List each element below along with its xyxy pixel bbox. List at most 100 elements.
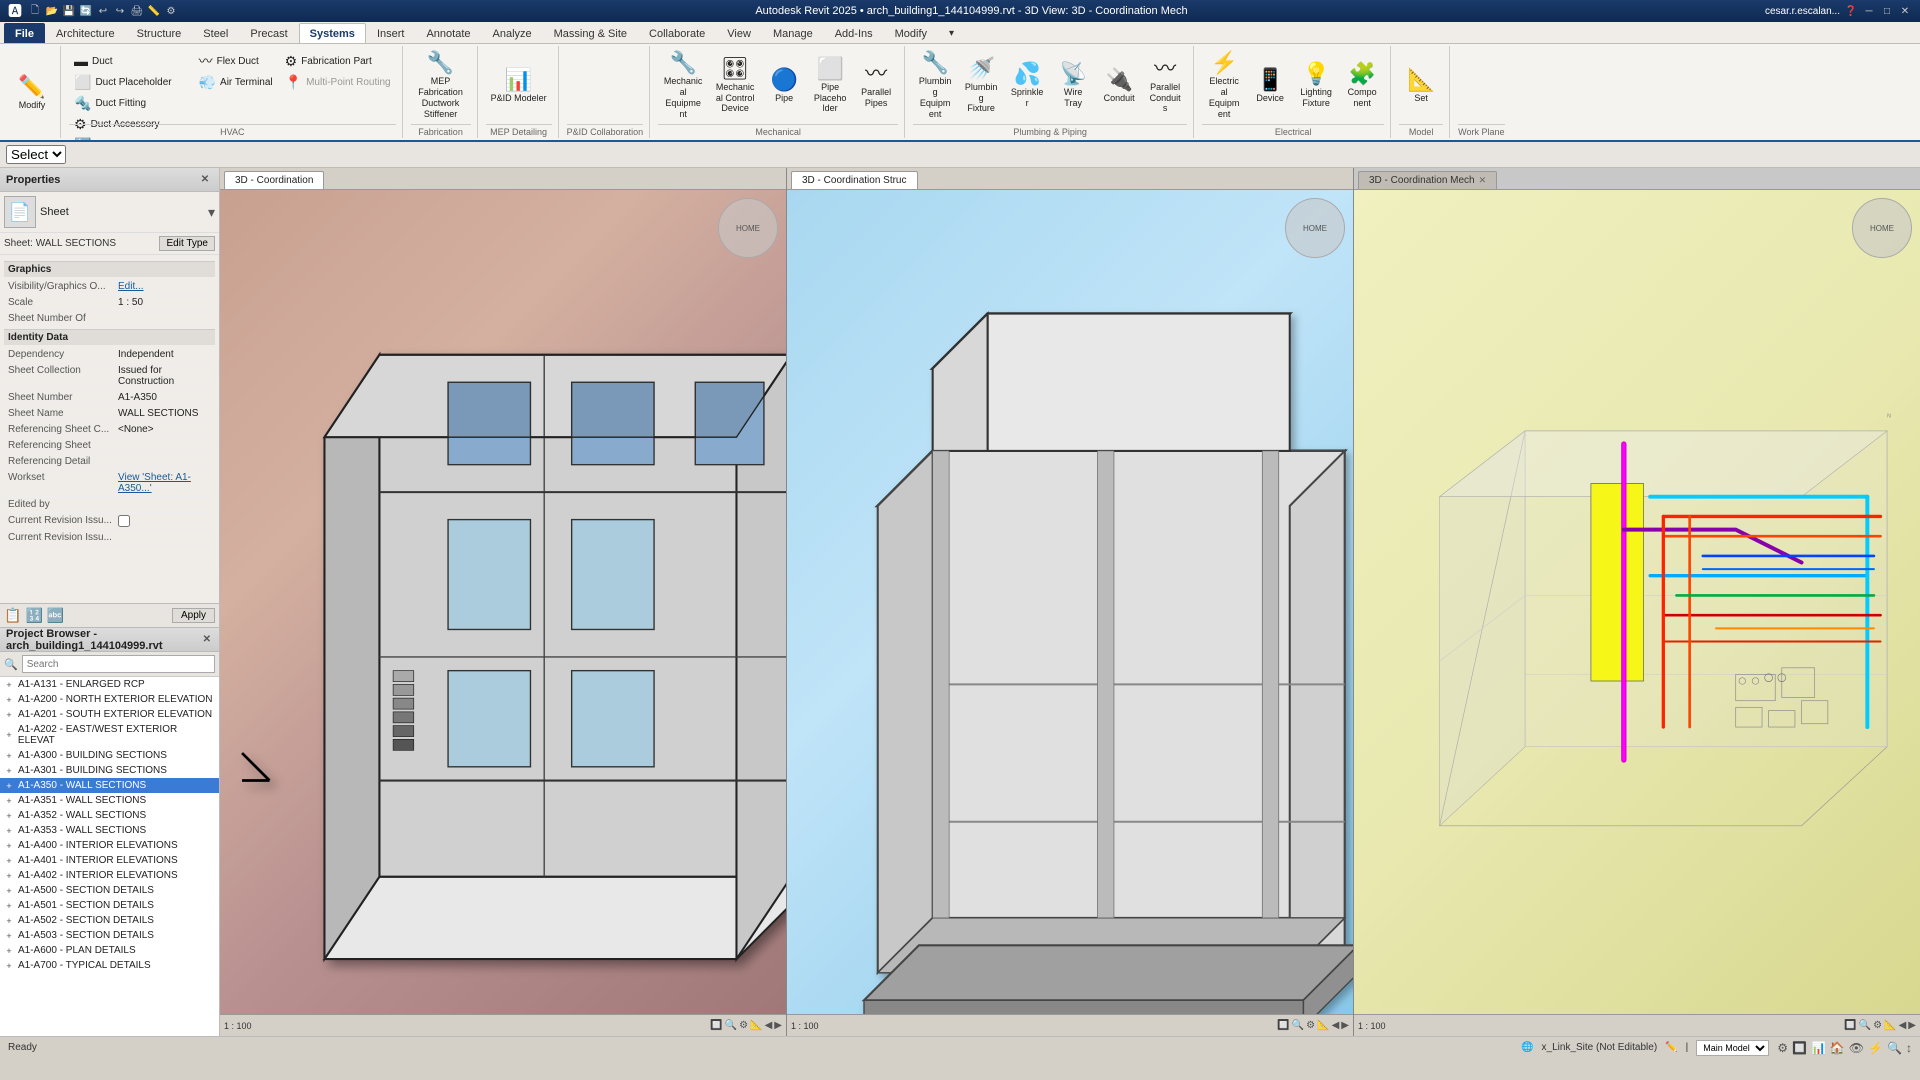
sprinkler-btn[interactable]: 💦 Sprinkler [1005,51,1049,121]
tab-file[interactable]: File [4,23,45,43]
modify-button[interactable]: ✏️ Modify [10,58,54,128]
sync-btn[interactable]: 🔄 [79,4,93,18]
edit-type-button[interactable]: Edit Type [159,236,215,251]
vf-icon-2e[interactable]: ◀ [1332,1020,1340,1031]
tab-steel[interactable]: Steel [192,23,239,43]
vf-icon-1f[interactable]: ▶ [774,1020,782,1031]
tree-item[interactable]: +A1-A500 - SECTION DETAILS [0,883,219,898]
footer-icon-1[interactable]: 📋 [4,607,21,624]
vf-icon-3d[interactable]: 📐 [1884,1020,1896,1031]
help-btn[interactable]: ❓ [1844,4,1858,18]
maximize-btn[interactable]: □ [1880,4,1894,18]
tree-item[interactable]: +A1-A700 - TYPICAL DETAILS [0,958,219,973]
tab-contextual[interactable]: ▾ [938,23,965,43]
tree-item[interactable]: +A1-A350 - WALL SECTIONS [0,778,219,793]
tab-massing[interactable]: Massing & Site [543,23,638,43]
vf-icon-3b[interactable]: 🔍 [1859,1020,1871,1031]
mechanical-equipment-btn[interactable]: 🔧 Mechanical Equipment [658,51,708,121]
pipe-btn[interactable]: 🔵 Pipe [762,51,806,121]
wire-tray-btn[interactable]: 📡 Wire Tray [1051,51,1095,121]
tab-modify[interactable]: Modify [884,23,938,43]
tab-analyze[interactable]: Analyze [482,23,543,43]
vf-icon-3a[interactable]: 🔲 [1844,1020,1856,1031]
tree-item[interactable]: +A1-A352 - WALL SECTIONS [0,808,219,823]
nav-cube-3[interactable]: HOME [1852,198,1912,258]
mep-fabrication-ductwork-stiffener-btn[interactable]: 🔧 MEP Fabrication Ductwork Stiffener [411,51,471,121]
tree-item[interactable]: +A1-A353 - WALL SECTIONS [0,823,219,838]
tree-item[interactable]: +A1-A201 - SOUTH EXTERIOR ELEVATION [0,707,219,722]
multi-point-routing-btn[interactable]: 📍 Multi-Point Routing [280,72,396,92]
electrical-equipment-btn[interactable]: ⚡ Electrical Equipment [1202,51,1246,121]
view-tab-mech[interactable]: 3D - Coordination Mech ✕ [1358,171,1497,189]
vf-icon-1b[interactable]: 🔍 [725,1020,737,1031]
tree-item[interactable]: +A1-A400 - INTERIOR ELEVATIONS [0,838,219,853]
view-tab-struc[interactable]: 3D - Coordination Struc [791,171,918,189]
vf-icon-1a[interactable]: 🔲 [710,1020,722,1031]
search-input[interactable] [22,655,215,673]
prop-type-dropdown[interactable]: ▾ [208,204,215,221]
save-btn[interactable]: 💾 [62,4,76,18]
prop-value-workset[interactable]: View 'Sheet: A1-A350...' [118,472,211,494]
prop-value-vg[interactable]: Edit... [118,281,211,292]
vf-icon-2d[interactable]: 📐 [1317,1020,1329,1031]
fabrication-part-btn[interactable]: ⚙ Fabrication Part [280,51,396,71]
air-terminal-btn[interactable]: 💨 Air Terminal [194,72,278,92]
status-icon-3[interactable]: 📊 [1811,1041,1826,1055]
tab-structure[interactable]: Structure [126,23,193,43]
tab-manage[interactable]: Manage [762,23,824,43]
flex-duct-btn[interactable]: 〰 Flex Duct [194,51,278,71]
conduit-btn[interactable]: 🔌 Conduit [1097,51,1141,121]
properties-close-btn[interactable]: ✕ [197,172,213,188]
status-icon-7[interactable]: 🔍 [1887,1041,1902,1055]
status-icon-6[interactable]: ⚡ [1868,1041,1883,1055]
tab-collaborate[interactable]: Collaborate [638,23,716,43]
print-btn[interactable]: 🖨 [130,4,144,18]
tab-annotate[interactable]: Annotate [415,23,481,43]
tab-addins[interactable]: Add-Ins [824,23,884,43]
tree-item[interactable]: +A1-A501 - SECTION DETAILS [0,898,219,913]
footer-icon-2[interactable]: 🔢 [25,607,42,624]
redo-btn[interactable]: ↪ [113,4,127,18]
select-dropdown[interactable]: Select [6,145,66,164]
nav-cube-1[interactable]: HOME [718,198,778,258]
parallel-conduits-btn[interactable]: 〰 Parallel Conduits [1143,51,1187,121]
tree-item[interactable]: +A1-A131 - ENLARGED RCP [0,677,219,692]
pid-modeler-btn[interactable]: 📊 P&ID Modeler [486,51,552,121]
tree-item[interactable]: +A1-A402 - INTERIOR ELEVATIONS [0,868,219,883]
vf-icon-1d[interactable]: 📐 [750,1020,762,1031]
set-btn[interactable]: 📐 Set [1399,51,1443,121]
undo-btn[interactable]: ↩ [96,4,110,18]
vf-icon-3e[interactable]: ◀ [1899,1020,1907,1031]
open-btn[interactable]: 📂 [45,4,59,18]
vf-icon-2b[interactable]: 🔍 [1292,1020,1304,1031]
tab-systems[interactable]: Systems [299,23,366,43]
status-icon-4[interactable]: 🏠 [1830,1041,1845,1055]
new-btn[interactable]: 🗋 [28,4,42,18]
tree-item[interactable]: +A1-A202 - EAST/WEST EXTERIOR ELEVAT [0,722,219,748]
tab-precast[interactable]: Precast [239,23,298,43]
footer-icon-3[interactable]: 🔤 [47,607,64,624]
close-mech-tab[interactable]: ✕ [1479,175,1487,186]
device-btn[interactable]: 📱 Device [1248,51,1292,121]
tab-view[interactable]: View [716,23,762,43]
plumbing-fixture-btn[interactable]: 🚿 Plumbing Fixture [959,51,1003,121]
apply-button[interactable]: Apply [172,608,215,623]
mechanical-control-device-btn[interactable]: 🎛 Mechanical Control Device [710,51,760,121]
minimize-btn[interactable]: ─ [1862,4,1876,18]
settings-btn[interactable]: ⚙ [164,4,178,18]
tree-item[interactable]: +A1-A301 - BUILDING SECTIONS [0,763,219,778]
component-btn[interactable]: 🧩 Component [1340,51,1384,121]
duct-placeholder-btn[interactable]: ⬜ Duct Placeholder [69,72,192,92]
parallel-pipes-btn[interactable]: 〰 Parallel Pipes [854,51,898,121]
vf-icon-3f[interactable]: ▶ [1908,1020,1916,1031]
duct-btn[interactable]: ▬ Duct [69,51,192,71]
lighting-fixture-btn[interactable]: 💡 Lighting Fixture [1294,51,1338,121]
tree-item[interactable]: +A1-A502 - SECTION DETAILS [0,913,219,928]
vf-icon-2c[interactable]: ⚙ [1306,1020,1315,1031]
project-browser-close-btn[interactable]: ✕ [201,632,213,648]
tree-item[interactable]: +A1-A401 - INTERIOR ELEVATIONS [0,853,219,868]
close-btn[interactable]: ✕ [1898,4,1912,18]
vf-icon-1e[interactable]: ◀ [765,1020,773,1031]
status-icon-2[interactable]: 🔲 [1792,1041,1807,1055]
view-tab-coordination[interactable]: 3D - Coordination [224,171,324,189]
